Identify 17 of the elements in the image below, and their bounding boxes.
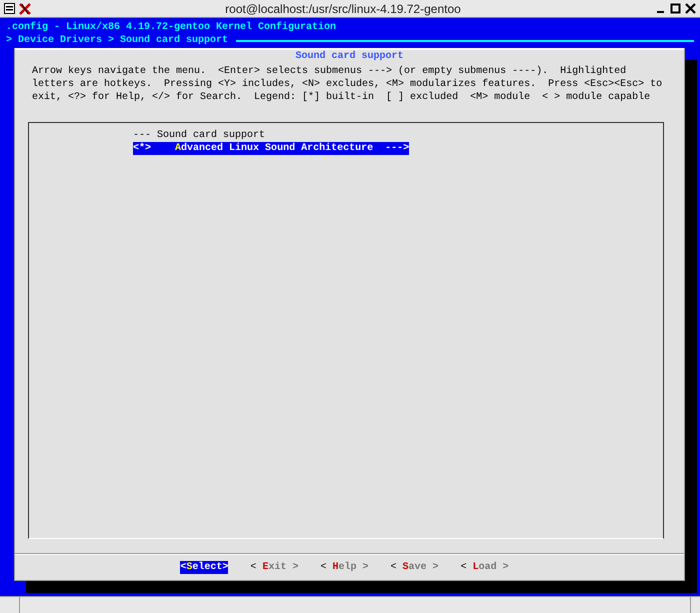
help-text: exit, <?> for Help, </> for Search. Legend: [*] built-in [ ] excluded <M> module < > module capable bbox=[32, 91, 650, 104]
dialog-button[interactable]: < Exit > bbox=[250, 561, 298, 574]
dialog-button[interactable]: < Load > bbox=[460, 561, 509, 574]
menu-item[interactable]: <*> Advanced Linux Sound Architecture ---> bbox=[133, 142, 410, 155]
close-icon[interactable] bbox=[685, 3, 696, 14]
breadcrumb: > Device Drivers > Sound card support bbox=[6, 34, 228, 47]
help-text: Arrow keys navigate the menu. <Enter> selects submenus ---> (or empty submenus ----). Highlighted bbox=[32, 65, 626, 78]
config-header: .config - Linux/x86 4.19.72-gentoo Kernel Configuration bbox=[6, 21, 336, 34]
dialog-button[interactable]: <Select> bbox=[180, 561, 228, 574]
menu-comment: --- Sound card support bbox=[133, 129, 266, 142]
maximize-icon[interactable] bbox=[670, 3, 681, 14]
window-title: root@localhost:/usr/src/linux-4.19.72-gentoo bbox=[224, 0, 462, 18]
x-logo-icon bbox=[19, 2, 31, 14]
dialog-button[interactable]: < Help > bbox=[320, 561, 369, 574]
help-text: letters are hotkeys. Pressing <Y> includes, <N> excludes, <M> modularizes features. Press <Esc><Esc> to bbox=[32, 78, 662, 91]
dialog-button[interactable]: < Save > bbox=[390, 561, 439, 574]
window-menu-icon[interactable] bbox=[4, 3, 15, 14]
